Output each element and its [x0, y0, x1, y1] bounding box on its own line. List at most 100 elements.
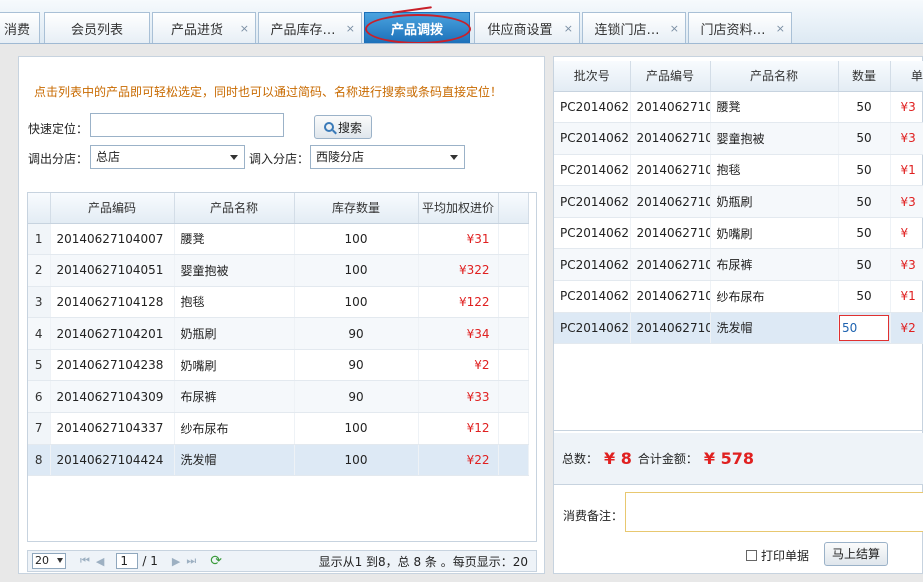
transfer-qty[interactable]: 50 — [838, 280, 891, 313]
product-code: 201406271044 — [630, 312, 711, 345]
tab-product-inventory[interactable]: 产品库存… × — [258, 12, 362, 43]
table-row[interactable]: PC20140627 201406271040 腰凳 50 ¥3 — [554, 91, 923, 124]
filler-cell — [498, 380, 529, 414]
tab-product-purchase[interactable]: 产品进货 × — [152, 12, 256, 43]
next-page-icon[interactable]: ▶ — [172, 555, 180, 568]
product-code: 201406271043 — [630, 280, 711, 313]
print-checkbox[interactable] — [746, 550, 757, 561]
tab-member-list[interactable]: 会员列表 — [44, 12, 150, 43]
product-code: 20140627104007 — [50, 223, 175, 256]
row-number: 8 — [28, 444, 51, 477]
column-header-name[interactable]: 产品名称 — [710, 61, 839, 92]
in-store-select[interactable]: 西陵分店 — [310, 145, 465, 169]
chevron-down-icon — [230, 155, 238, 160]
page-size-select[interactable]: 20 — [32, 553, 66, 569]
column-header-code[interactable]: 产品编号 — [630, 61, 711, 92]
avg-price: ¥12 — [418, 412, 499, 445]
search-button[interactable]: 搜索 — [314, 115, 372, 139]
table-row[interactable]: PC20140627 201406271040 婴童抱被 50 ¥3 — [554, 122, 923, 155]
column-header-name[interactable]: 产品名称 — [174, 193, 295, 224]
transfer-qty[interactable]: 50 — [838, 185, 891, 218]
column-header-stock[interactable]: 库存数量 — [294, 193, 419, 224]
last-page-icon[interactable]: ⏭ — [186, 554, 196, 568]
column-header-avg-price[interactable]: 平均加权进价 — [418, 193, 499, 224]
table-row-selected[interactable]: 8 20140627104424 洗发帽 100 ¥22 — [28, 444, 529, 477]
product-code: 20140627104051 — [50, 254, 175, 287]
pagination-info: 显示从1 到8，总 8 条 。每页显示：20 — [318, 554, 528, 569]
table-row[interactable]: 2 20140627104051 婴童抱被 100 ¥322 — [28, 254, 529, 287]
product-name: 洗发帽 — [174, 444, 295, 477]
table-row[interactable]: 7 20140627104337 纱布尿布 100 ¥12 — [28, 412, 529, 445]
quantity-input[interactable]: 50 — [839, 314, 889, 341]
avg-price: ¥2 — [418, 349, 499, 382]
avg-price: ¥33 — [418, 380, 499, 414]
first-page-icon[interactable]: ⏮ — [80, 554, 90, 568]
transfer-qty-cell: 50 — [838, 312, 891, 345]
product-selection-panel: 点击列表中的产品即可轻松选定，同时也可以通过简码、名称进行搜索或条码直接定位！ … — [18, 56, 545, 574]
close-icon[interactable]: × — [776, 22, 785, 35]
column-header-qty[interactable]: 数量 — [838, 61, 891, 92]
transfer-qty[interactable]: 50 — [838, 154, 891, 187]
page-number-input[interactable]: 1 — [116, 553, 139, 569]
table-row[interactable]: PC20140627 201406271043 纱布尿布 50 ¥1 — [554, 280, 923, 313]
transfer-qty[interactable]: 50 — [838, 122, 891, 155]
unit-price: ¥3 — [890, 248, 923, 282]
close-icon[interactable]: × — [346, 22, 355, 35]
tab-label: 产品进货 — [170, 23, 223, 38]
table-row[interactable]: 1 20140627104007 腰凳 100 ¥31 — [28, 223, 529, 256]
column-header-code[interactable]: 产品编码 — [50, 193, 175, 224]
avg-price: ¥34 — [418, 317, 499, 350]
table-row[interactable]: PC20140627 201406271042 奶嘴刷 50 ¥ — [554, 217, 923, 250]
transfer-qty[interactable]: 50 — [838, 91, 891, 124]
tab-store-info[interactable]: 门店资料… × — [688, 12, 792, 43]
filler-cell — [498, 286, 529, 319]
batch-no: PC20140627 — [554, 122, 631, 155]
column-header-unit-price[interactable]: 单 — [890, 61, 923, 92]
table-row[interactable]: 4 20140627104201 奶瓶刷 90 ¥34 — [28, 317, 529, 350]
table-row[interactable]: PC20140627 201406271042 奶瓶刷 50 ¥3 — [554, 185, 923, 218]
refresh-icon[interactable]: ⟳ — [210, 553, 222, 569]
avg-price: ¥322 — [418, 254, 499, 287]
avg-price: ¥122 — [418, 286, 499, 319]
batch-no: PC20140627 — [554, 154, 631, 187]
batch-no: PC20140627 — [554, 185, 631, 218]
table-row[interactable]: PC20140627 201406271041 抱毯 50 ¥1 — [554, 154, 923, 187]
quick-locate-input[interactable] — [90, 113, 284, 137]
totals-bar: 总数： ¥ 8 合计金额： ¥ 578 — [554, 433, 923, 485]
print-receipt-option[interactable]: 打印单据 — [746, 547, 809, 564]
table-row-editing[interactable]: PC20140627 201406271044 洗发帽 50 ¥2 — [554, 312, 923, 345]
transfer-qty[interactable]: 50 — [838, 217, 891, 250]
filler-cell — [498, 412, 529, 445]
unit-price: ¥1 — [890, 280, 923, 313]
row-number: 4 — [28, 317, 51, 350]
tab-consume[interactable]: 消费 — [0, 12, 40, 43]
table-row[interactable]: PC20140627 201406271043 布尿裤 50 ¥3 — [554, 248, 923, 282]
avg-price: ¥22 — [418, 444, 499, 477]
batch-no: PC20140627 — [554, 248, 631, 282]
checkout-button[interactable]: 马上结算 — [824, 542, 888, 566]
stock-qty: 100 — [294, 444, 419, 477]
transfer-qty[interactable]: 50 — [838, 248, 891, 282]
table-row[interactable]: 5 20140627104238 奶嘴刷 90 ¥2 — [28, 349, 529, 382]
stock-qty: 90 — [294, 349, 419, 382]
table-row[interactable]: 6 20140627104309 布尿裤 90 ¥33 — [28, 380, 529, 414]
tab-bar: 消费 会员列表 产品进货 × 产品库存… × 产品调拨 供应商设置 × 连锁门店… — [0, 0, 923, 44]
product-name: 纱布尿布 — [710, 280, 839, 313]
batch-no: PC20140627 — [554, 91, 631, 124]
table-row[interactable]: 3 20140627104128 抱毯 100 ¥122 — [28, 286, 529, 319]
close-icon[interactable]: × — [670, 22, 679, 35]
remark-textarea[interactable] — [625, 492, 923, 532]
column-header-batch[interactable]: 批次号 — [554, 61, 631, 92]
transfer-list-panel: 批次号 产品编号 产品名称 数量 单 PC20140627 2014062710… — [553, 56, 923, 574]
row-number: 5 — [28, 349, 51, 382]
stock-qty: 100 — [294, 412, 419, 445]
prev-page-icon[interactable]: ◀ — [96, 555, 104, 568]
unit-price: ¥3 — [890, 185, 923, 218]
product-name: 奶瓶刷 — [174, 317, 295, 350]
out-store-select[interactable]: 总店 — [90, 145, 245, 169]
column-header-filler — [498, 193, 529, 224]
tab-supplier-settings[interactable]: 供应商设置 × — [474, 12, 580, 43]
close-icon[interactable]: × — [564, 22, 573, 35]
tab-chain-stores[interactable]: 连锁门店… × — [582, 12, 686, 43]
close-icon[interactable]: × — [240, 22, 249, 35]
